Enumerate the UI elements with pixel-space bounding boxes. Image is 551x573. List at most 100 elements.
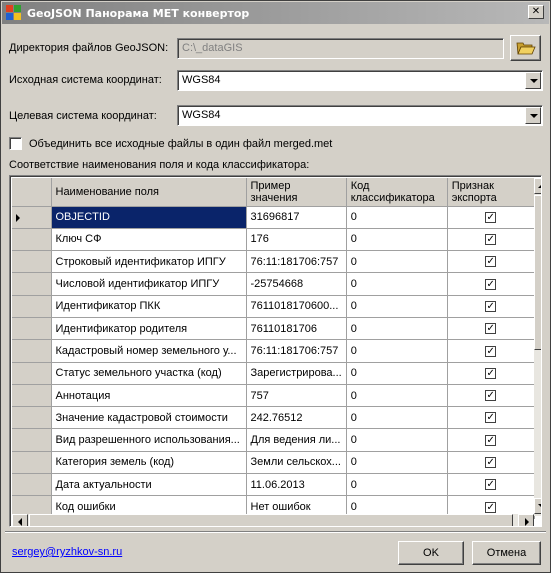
row-indicator[interactable]	[12, 228, 52, 252]
table-row[interactable]: Идентификатор родителя 76110181706 0 ✓	[12, 317, 535, 341]
table-row[interactable]: Ключ СФ 176 0 ✓	[12, 228, 535, 252]
export-flag-cell[interactable]: ✓	[447, 473, 535, 497]
horizontal-scroll-thumb[interactable]	[29, 514, 513, 526]
classifier-code-cell[interactable]: 0	[346, 451, 448, 475]
export-checkbox[interactable]: ✓	[485, 211, 497, 223]
row-indicator[interactable]	[12, 406, 52, 430]
export-flag-cell[interactable]: ✓	[447, 451, 535, 475]
export-flag-cell[interactable]: ✓	[447, 295, 535, 318]
export-checkbox[interactable]: ✓	[485, 300, 497, 312]
export-checkbox[interactable]: ✓	[485, 457, 497, 468]
field-name-cell[interactable]: Строковый идентификатор ИПГУ	[51, 250, 247, 274]
sample-value-cell[interactable]: 176	[246, 228, 347, 252]
table-row[interactable]: Дата актуальности 11.06.2013 0 ✓	[12, 473, 535, 497]
export-flag-cell[interactable]: ✓	[447, 428, 535, 452]
sample-value-cell[interactable]: 76:11:181706:757	[246, 339, 347, 363]
export-checkbox[interactable]: ✓	[485, 390, 497, 402]
field-name-cell[interactable]: Значение кадастровой стоимости	[51, 406, 247, 430]
table-row[interactable]: Вид разрешенного использования... Для вед…	[12, 428, 535, 452]
export-flag-cell[interactable]: ✓	[447, 362, 535, 385]
sample-value-cell[interactable]: 7611018170600...	[246, 295, 347, 318]
classifier-code-cell[interactable]: 0	[346, 339, 448, 363]
sample-value-cell[interactable]: Для ведения ли...	[246, 428, 347, 452]
classifier-code-cell[interactable]: 0	[346, 362, 448, 385]
target-crs-select[interactable]: WGS84	[177, 105, 543, 126]
chevron-down-icon[interactable]	[525, 72, 541, 89]
source-crs-select[interactable]: WGS84	[177, 70, 543, 91]
row-indicator[interactable]	[12, 317, 52, 341]
row-indicator[interactable]	[12, 473, 52, 497]
row-indicator[interactable]	[12, 451, 52, 475]
sample-value-cell[interactable]: 31696817	[246, 206, 347, 229]
table-row[interactable]: Категория земель (код) Земли сельскох... 0…	[12, 451, 535, 475]
export-checkbox[interactable]: ✓	[485, 501, 497, 513]
export-flag-cell[interactable]: ✓	[447, 250, 535, 274]
sample-value-cell[interactable]: 757	[246, 384, 347, 408]
row-indicator[interactable]	[12, 362, 52, 385]
export-checkbox[interactable]: ✓	[485, 434, 497, 446]
row-indicator[interactable]	[12, 339, 52, 363]
table-row[interactable]: Числовой идентификатор ИПГУ -25754668 0 ✓	[12, 272, 535, 296]
sample-value-cell[interactable]: 11.06.2013	[246, 473, 347, 497]
classifier-code-cell[interactable]: 0	[346, 473, 448, 497]
classifier-code-cell[interactable]: 0	[346, 406, 448, 430]
scroll-left-icon[interactable]	[12, 514, 28, 526]
scroll-down-icon[interactable]	[534, 498, 541, 514]
table-row[interactable]: Строковый идентификатор ИПГУ 76:11:181706…	[12, 250, 535, 274]
export-flag-cell[interactable]: ✓	[447, 272, 535, 296]
vertical-scrollbar[interactable]	[534, 178, 541, 516]
export-flag-cell[interactable]: ✓	[447, 339, 535, 363]
row-indicator[interactable]	[12, 384, 52, 408]
export-checkbox[interactable]: ✓	[485, 479, 497, 491]
close-button[interactable]: ✕	[528, 5, 544, 19]
table-row[interactable]: Идентификатор ПКК 7611018170600... 0 ✓	[12, 295, 535, 318]
field-name-cell[interactable]: Числовой идентификатор ИПГУ	[51, 272, 247, 296]
field-mapping-grid[interactable]: Наименование поля Пример значения Код кл…	[9, 175, 542, 527]
export-flag-cell[interactable]: ✓	[447, 206, 535, 229]
merge-label[interactable]: Объединить все исходные файлы в один фай…	[29, 138, 332, 150]
sample-value-cell[interactable]: 242.76512	[246, 406, 347, 430]
header-sample-value[interactable]: Пример значения	[246, 178, 347, 207]
export-flag-cell[interactable]: ✓	[447, 384, 535, 408]
horizontal-scrollbar[interactable]	[12, 514, 534, 526]
export-checkbox[interactable]: ✓	[485, 256, 497, 268]
table-row[interactable]: Аннотация 757 0 ✓	[12, 384, 535, 408]
row-indicator[interactable]	[12, 250, 52, 274]
row-indicator[interactable]	[12, 428, 52, 452]
export-checkbox[interactable]: ✓	[485, 323, 497, 335]
table-row[interactable]: OBJECTID 31696817 0 ✓	[12, 206, 535, 229]
table-row[interactable]: Значение кадастровой стоимости 242.76512 0…	[12, 406, 535, 430]
export-checkbox[interactable]: ✓	[485, 367, 497, 379]
scroll-up-icon[interactable]	[534, 178, 541, 194]
sample-value-cell[interactable]: -25754668	[246, 272, 347, 296]
table-row[interactable]: Кадастровый номер земельного у... 76:11:1…	[12, 339, 535, 363]
header-export-flag[interactable]: Признак экспорта	[447, 178, 535, 207]
table-row[interactable]: Статус земельного участка (код) Зарегистр…	[12, 362, 535, 385]
row-indicator[interactable]	[12, 272, 52, 296]
classifier-code-cell[interactable]: 0	[346, 295, 448, 318]
author-email-link[interactable]: sergey@ryzhkov-sn.ru	[12, 546, 122, 558]
classifier-code-cell[interactable]: 0	[346, 317, 448, 341]
title-bar[interactable]: GeoJSON Панорама MET конвертор ✕	[2, 2, 549, 24]
classifier-code-cell[interactable]: 0	[346, 428, 448, 452]
sample-value-cell[interactable]: Земли сельскох...	[246, 451, 347, 475]
classifier-code-cell[interactable]: 0	[346, 384, 448, 408]
export-checkbox[interactable]: ✓	[485, 345, 497, 357]
field-name-cell[interactable]: Идентификатор родителя	[51, 317, 247, 341]
field-name-cell[interactable]: Аннотация	[51, 384, 247, 408]
export-checkbox[interactable]: ✓	[485, 278, 497, 290]
header-classifier-code[interactable]: Код классификатора	[346, 178, 448, 207]
export-flag-cell[interactable]: ✓	[447, 228, 535, 252]
classifier-code-cell[interactable]: 0	[346, 228, 448, 252]
classifier-code-cell[interactable]: 0	[346, 206, 448, 229]
browse-button[interactable]	[510, 35, 541, 61]
sample-value-cell[interactable]: Зарегистрирова...	[246, 362, 347, 385]
row-indicator[interactable]	[12, 295, 52, 318]
export-checkbox[interactable]: ✓	[485, 412, 497, 424]
field-name-cell[interactable]: Вид разрешенного использования...	[51, 428, 247, 452]
sample-value-cell[interactable]: 76110181706	[246, 317, 347, 341]
field-name-cell[interactable]: Статус земельного участка (код)	[51, 362, 247, 385]
ok-button[interactable]: OK	[398, 541, 464, 565]
classifier-code-cell[interactable]: 0	[346, 250, 448, 274]
export-checkbox[interactable]: ✓	[485, 234, 497, 246]
